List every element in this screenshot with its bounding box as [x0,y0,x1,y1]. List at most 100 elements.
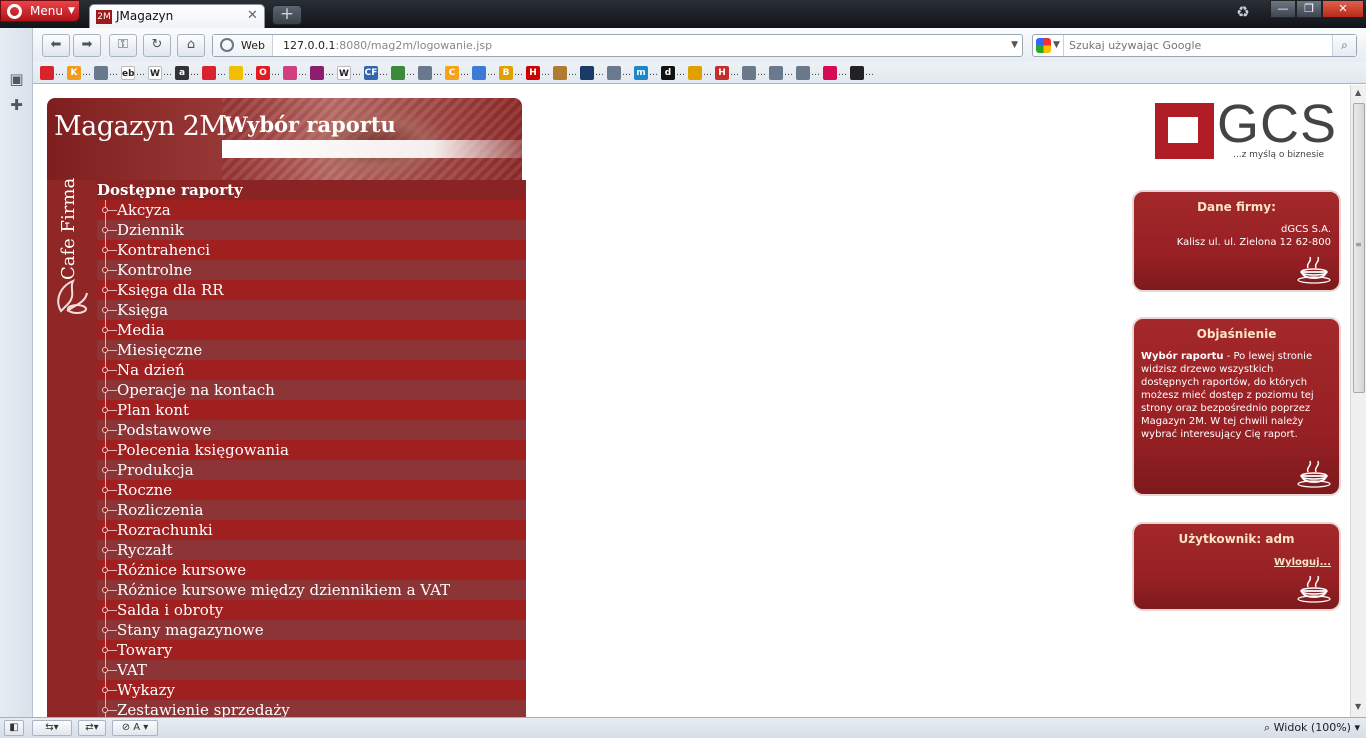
bookmarks-panel-icon[interactable]: ▣ [0,70,33,92]
bookmark-item[interactable]: … [40,62,67,84]
tree-node-icon[interactable] [102,567,108,573]
report-label[interactable]: Wykazy [117,681,175,699]
search-input[interactable] [1069,36,1327,55]
bookmark-item[interactable]: a… [175,62,202,84]
report-tree-item[interactable]: Księga dla RR [97,280,526,300]
report-label[interactable]: Kontrahenci [117,241,210,259]
report-label[interactable]: Towary [117,641,172,659]
vertical-scrollbar[interactable]: ▲ ≡ ▼ [1350,85,1366,717]
tree-node-icon[interactable] [102,607,108,613]
report-label[interactable]: Ryczałt [117,541,173,559]
report-tree-item[interactable]: Salda i obroty [97,600,526,620]
address-bar[interactable]: Web 127.0.0.1:8080/mag2m/logowanie.jsp ▼ [212,34,1023,57]
report-label[interactable]: Plan kont [117,401,189,419]
report-label[interactable]: Salda i obroty [117,601,223,619]
panel-toggle-button[interactable]: ◧ [4,720,24,736]
report-tree-item[interactable]: Księga [97,300,526,320]
key-icon[interactable]: ⚿ [109,34,137,57]
report-tree-item[interactable]: Miesięczne [97,340,526,360]
report-tree-item[interactable]: Rozrachunki [97,520,526,540]
scroll-down-icon[interactable]: ▼ [1355,702,1361,711]
bookmark-item[interactable]: … [607,62,634,84]
report-tree-item[interactable]: Produkcja [97,460,526,480]
report-tree-item[interactable]: Na dzień [97,360,526,380]
report-tree-item[interactable]: Różnice kursowe między dziennikiem a VAT [97,580,526,600]
reload-button[interactable]: ↻ [143,34,171,57]
report-tree-item[interactable]: Wykazy [97,680,526,700]
bookmark-item[interactable]: … [202,62,229,84]
report-tree-item[interactable]: Ryczałt [97,540,526,560]
chevron-down-icon[interactable]: ▼ [1011,35,1018,56]
add-panel-icon[interactable]: ✚ [0,96,33,118]
report-label[interactable]: VAT [117,661,147,679]
bookmark-item[interactable]: H… [715,62,742,84]
report-label[interactable]: Produkcja [117,461,194,479]
tree-node-icon[interactable] [102,487,108,493]
report-label[interactable]: Akcyza [117,201,171,219]
tab-jmagazyn[interactable]: 2M JMagazyn ✕ [89,4,265,29]
search-box[interactable]: ▼ ⌕ [1032,34,1357,57]
bookmark-item[interactable]: … [391,62,418,84]
close-tab-icon[interactable]: ✕ [247,8,258,23]
bookmark-item[interactable]: eb… [121,62,148,84]
report-tree-item[interactable]: Roczne [97,480,526,500]
report-label[interactable]: Rozliczenia [117,501,203,519]
tree-node-icon[interactable] [102,627,108,633]
tree-node-icon[interactable] [102,367,108,373]
report-label[interactable]: Różnice kursowe [117,561,246,579]
report-tree-item[interactable]: Akcyza [97,200,526,220]
report-tree-item[interactable]: Media [97,320,526,340]
tree-node-icon[interactable] [102,667,108,673]
tree-node-icon[interactable] [102,347,108,353]
scroll-up-icon[interactable]: ▲ [1355,88,1361,97]
tree-node-icon[interactable] [102,327,108,333]
report-tree-item[interactable]: Kontrahenci [97,240,526,260]
tree-node-icon[interactable] [102,247,108,253]
tree-node-icon[interactable] [102,687,108,693]
report-label[interactable]: Polecenia księgowania [117,441,289,459]
tree-node-icon[interactable] [102,527,108,533]
tree-node-icon[interactable] [102,387,108,393]
report-tree-item[interactable]: Operacje na kontach [97,380,526,400]
bookmark-item[interactable]: … [850,62,877,84]
report-tree-item[interactable]: Towary [97,640,526,660]
report-label[interactable]: Media [117,321,165,339]
report-label[interactable]: Na dzień [117,361,185,379]
report-tree-item[interactable]: Kontrolne [97,260,526,280]
bookmark-item[interactable]: H… [526,62,553,84]
bookmark-item[interactable]: … [418,62,445,84]
tree-node-icon[interactable] [102,647,108,653]
bookmark-item[interactable]: W… [337,62,364,84]
report-label[interactable]: Zestawienie sprzedaży [117,701,290,717]
report-tree-item[interactable]: Dziennik [97,220,526,240]
bookmark-item[interactable]: … [688,62,715,84]
tree-node-icon[interactable] [102,307,108,313]
report-tree-item[interactable]: Polecenia księgowania [97,440,526,460]
tree-node-icon[interactable] [102,407,108,413]
forward-button[interactable]: ➡ [73,34,101,57]
tree-node-icon[interactable] [102,467,108,473]
back-button[interactable]: ⬅ [42,34,70,57]
bookmark-item[interactable]: B… [499,62,526,84]
report-tree-item[interactable]: Zestawienie sprzedaży [97,700,526,717]
bookmark-item[interactable]: … [742,62,769,84]
tree-node-icon[interactable] [102,707,108,713]
new-tab-button[interactable]: + [272,5,302,25]
url-text[interactable]: 127.0.0.1:8080/mag2m/logowanie.jsp [283,35,492,56]
report-label[interactable]: Stany magazynowe [117,621,264,639]
minimize-button[interactable]: — [1270,0,1296,18]
bookmark-item[interactable]: K… [67,62,94,84]
report-label[interactable]: Rozrachunki [117,521,213,539]
bookmark-item[interactable]: … [580,62,607,84]
report-tree-item[interactable]: Plan kont [97,400,526,420]
bookmark-item[interactable]: … [94,62,121,84]
tree-node-icon[interactable] [102,447,108,453]
report-label[interactable]: Dziennik [117,221,184,239]
zoom-control[interactable]: ⌕ Widok (100%) ▾ [1264,720,1360,736]
bookmark-item[interactable]: O… [256,62,283,84]
bookmark-item[interactable]: … [769,62,796,84]
search-icon[interactable]: ⌕ [1332,35,1356,56]
trash-icon[interactable]: ♻ [1234,3,1252,23]
report-label[interactable]: Księga dla RR [117,281,224,299]
bookmark-item[interactable]: … [823,62,850,84]
